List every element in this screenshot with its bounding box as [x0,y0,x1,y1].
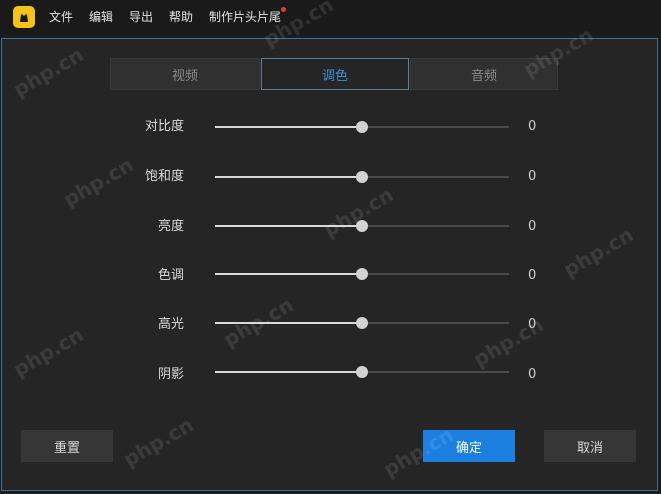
highlights-label: 高光 [157,317,184,332]
color-adjust-dialog [1,38,658,491]
highlights-value: 0 [528,317,537,332]
reset-button-label: 重置 [53,440,80,456]
saturation-slider-fill [215,176,362,178]
contrast-slider-handle[interactable] [356,121,368,133]
highlights-slider[interactable] [215,317,509,329]
brightness-slider-fill [215,225,362,227]
shadows-slider[interactable] [215,366,509,378]
menu-help[interactable]: 帮助 [169,9,193,25]
contrast-label: 对比度 [144,119,184,134]
highlights-slider-handle[interactable] [356,317,368,329]
tab-color-grading[interactable]: 调色 [261,58,409,90]
contrast-value: 0 [528,119,537,134]
menu-make-intro-outro[interactable]: 制作片头片尾 [209,9,281,25]
saturation-label: 饱和度 [144,169,184,184]
reset-button[interactable]: 重置 [21,430,113,462]
saturation-value: 0 [528,169,537,184]
hue-slider-fill [215,273,362,275]
logo-glyph-icon [20,12,28,22]
brightness-slider-handle[interactable] [356,220,368,232]
confirm-button-label: 确定 [455,440,482,456]
tab-audio-label: 音频 [470,68,497,84]
tab-video-label: 视频 [171,68,198,84]
tab-color-grading-label: 调色 [321,68,348,84]
tab-audio[interactable]: 音频 [410,58,558,90]
confirm-button[interactable]: 确定 [423,430,515,462]
hue-value: 0 [528,268,537,283]
shadows-value: 0 [528,367,537,382]
highlights-slider-fill [215,322,362,324]
tab-video[interactable]: 视频 [110,58,260,90]
contrast-slider[interactable] [215,121,509,133]
saturation-slider[interactable] [215,171,509,183]
cancel-button[interactable]: 取消 [544,430,636,462]
hue-slider-handle[interactable] [356,268,368,280]
brightness-slider[interactable] [215,220,509,232]
menu-export[interactable]: 导出 [129,9,153,25]
shadows-slider-fill [215,371,362,373]
cancel-button-label: 取消 [576,440,603,456]
saturation-slider-handle[interactable] [356,171,368,183]
menu-bar: 文件 编辑 导出 帮助 制作片头片尾 [0,0,661,34]
notification-dot [281,7,286,12]
shadows-slider-handle[interactable] [356,366,368,378]
brightness-value: 0 [528,219,537,234]
brightness-label: 亮度 [157,219,184,234]
contrast-slider-fill [215,126,362,128]
hue-slider[interactable] [215,268,509,280]
app-logo-icon[interactable] [13,6,35,28]
menu-edit[interactable]: 编辑 [89,9,113,25]
hue-label: 色调 [157,268,184,283]
menu-file[interactable]: 文件 [49,9,73,25]
shadows-label: 阴影 [157,367,184,382]
